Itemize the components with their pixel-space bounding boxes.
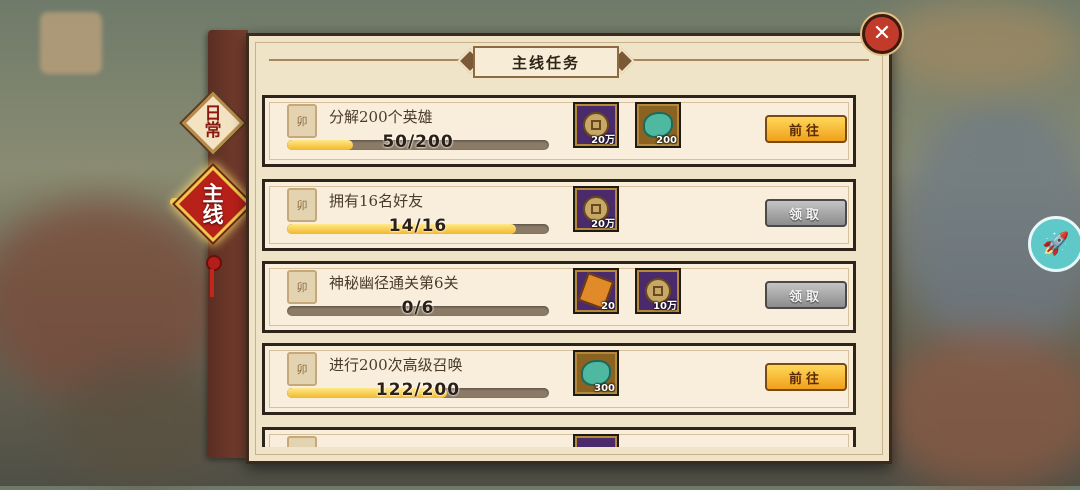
tab-main-label: 主线	[202, 181, 224, 227]
tab-daily[interactable]: 日常	[181, 91, 245, 155]
chinese-knot-ornament	[203, 255, 222, 299]
title-line-right	[619, 59, 869, 61]
quest-card: 卯 拥有16名好友 14/16 20万 领取	[262, 179, 856, 251]
progress-text: 0/6	[401, 298, 435, 318]
progress-text: 50/200	[382, 132, 454, 152]
quest-card: 卯 神秘幽径通关第6关 0/6 20 10万 领取	[262, 261, 856, 333]
reward-count: 20万	[591, 219, 615, 230]
quest-name: 分解200个英雄	[329, 108, 433, 126]
progress-text: 122/200	[375, 380, 461, 400]
tab-main[interactable]: 主线	[170, 165, 256, 243]
quest-name: 进行200次高级召唤	[329, 356, 463, 374]
reward-slot[interactable]: 20万	[573, 102, 619, 148]
go-button[interactable]: 前往	[765, 363, 847, 391]
claim-button[interactable]: 领取	[765, 281, 847, 309]
claim-button[interactable]: 领取	[765, 199, 847, 227]
reward-slot[interactable]: 20万	[573, 186, 619, 232]
panel-title: 主线任务	[473, 46, 619, 78]
reward-slot[interactable]: 20	[573, 268, 619, 314]
close-icon: ✕	[872, 21, 892, 46]
tab-daily-label: 日常	[204, 104, 222, 141]
knot-tassel	[210, 269, 214, 297]
reward-count: 20万	[591, 135, 615, 146]
close-button[interactable]: ✕	[862, 14, 902, 54]
reward-slot[interactable]	[573, 434, 619, 447]
rocket-button[interactable]: 🚀	[1028, 216, 1080, 272]
reward-count: 20	[601, 301, 615, 312]
reward-slot[interactable]: 300	[573, 350, 619, 396]
reward-count: 300	[594, 383, 615, 394]
quest-scroll-icon: 卯	[287, 436, 317, 447]
quest-card-partial: 卯	[262, 427, 856, 447]
quest-card: 卯 分解200个英雄 50/200 20万 200 前往	[262, 95, 856, 167]
quest-name: 拥有16名好友	[329, 192, 424, 210]
reward-slot[interactable]: 200	[635, 102, 681, 148]
player-avatar	[40, 12, 102, 74]
go-button[interactable]: 前往	[765, 115, 847, 143]
reward-slot[interactable]: 10万	[635, 268, 681, 314]
quest-list[interactable]: 卯 分解200个英雄 50/200 20万 200 前往 卯 拥有16名好友 1…	[262, 95, 856, 447]
progress-text: 14/16	[388, 216, 448, 236]
title-line-left	[269, 59, 469, 61]
title-band: 主线任务	[249, 40, 889, 80]
quest-name: 神秘幽径通关第6关	[329, 274, 459, 292]
reward-count: 10万	[653, 301, 677, 312]
rocket-icon: 🚀	[1042, 231, 1070, 257]
knot-ball	[206, 255, 222, 271]
quest-card: 卯 进行200次高级召唤 122/200 300 前往	[262, 343, 856, 415]
reward-count: 200	[656, 135, 677, 146]
